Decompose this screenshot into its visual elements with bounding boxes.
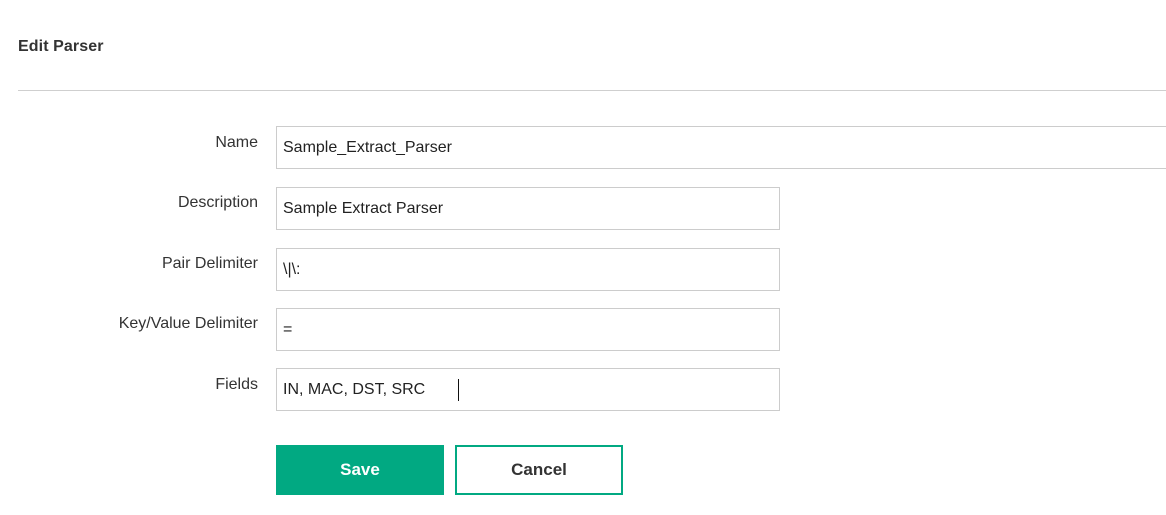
text-cursor [458, 379, 459, 401]
name-label: Name [215, 134, 258, 151]
name-field[interactable] [276, 126, 1166, 169]
description-field[interactable] [276, 187, 780, 230]
pair-delimiter-label: Pair Delimiter [161, 255, 258, 272]
edit-parser-panel: Edit Parser Name Description Pair Delimi… [0, 0, 1166, 515]
description-label: Description [177, 194, 258, 211]
cancel-button[interactable]: Cancel [455, 445, 623, 495]
title-divider [18, 90, 1166, 91]
pair-delimiter-field[interactable] [276, 248, 780, 291]
key-value-delimiter-label: Key/Value Delimiter [118, 315, 258, 332]
page-title: Edit Parser [18, 38, 104, 55]
fields-label: Fields [215, 376, 258, 393]
save-button[interactable]: Save [276, 445, 444, 495]
fields-field[interactable] [276, 368, 780, 411]
key-value-delimiter-field[interactable] [276, 308, 780, 351]
